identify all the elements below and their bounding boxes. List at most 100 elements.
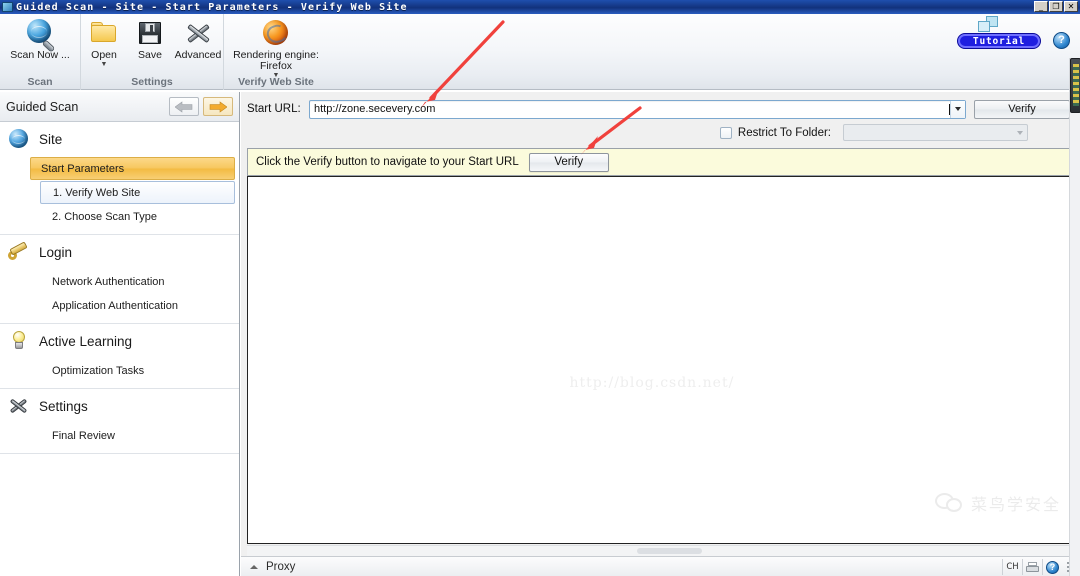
sidebar-item-choose-scan-type[interactable]: 2. Choose Scan Type — [40, 205, 235, 228]
sidebar-section-active-learning-label: Active Learning — [39, 333, 133, 349]
restrict-folder-chevron-down-icon[interactable] — [1012, 130, 1027, 135]
proxy-label[interactable]: Proxy — [266, 561, 295, 573]
sidebar-item-final-review[interactable]: Final Review — [40, 424, 235, 447]
ribbon-group-verify-web-site: Rendering engine: Firefox ▼ Verify Web S… — [223, 14, 328, 90]
watermark-text: http://blog.csdn.net/ — [569, 375, 735, 391]
horizontal-scrollbar[interactable] — [247, 545, 1070, 556]
ribbon-group-scan-items: Scan Now ... — [9, 14, 71, 70]
sidebar-item-login[interactable]: Login — [0, 235, 239, 269]
ribbon-group-scan-label: Scan — [27, 76, 53, 88]
close-button[interactable]: ✕ — [1064, 1, 1078, 12]
ribbon-toolbar: Scan Now ... Scan Open ▼ Save Advanced S… — [0, 14, 1080, 90]
main-panel: Start URL: http://zone.secevery.com Veri… — [241, 92, 1080, 576]
arrow-right-icon — [209, 100, 227, 113]
ribbon-group-verify-items: Rendering engine: Firefox ▼ — [225, 14, 328, 79]
help-icon[interactable]: ? — [1046, 560, 1059, 574]
minimize-button[interactable]: _ — [1034, 1, 1048, 12]
advanced-label: Advanced — [174, 49, 222, 61]
start-url-row: Start URL: http://zone.secevery.com Veri… — [247, 99, 1070, 119]
window-title: Guided Scan - Site - Start Parameters - … — [16, 1, 408, 13]
sidebar-section-settings-label: Settings — [39, 398, 88, 414]
help-status-button[interactable]: ? — [1042, 559, 1062, 575]
sidebar-item-optimization-tasks[interactable]: Optimization Tasks — [40, 359, 235, 382]
ribbon-group-settings-items: Open ▼ Save Advanced — [81, 14, 224, 70]
verify-top-button[interactable]: Verify — [974, 99, 1070, 119]
collapse-chevron-up-icon[interactable] — [250, 564, 258, 569]
scan-globe-icon — [25, 18, 55, 52]
instruction-banner: Click the Verify button to navigate to y… — [247, 148, 1070, 176]
tools-icon — [183, 18, 213, 48]
save-label: Save — [138, 49, 162, 61]
start-url-combobox[interactable]: http://zone.secevery.com — [309, 99, 966, 119]
restrict-folder-combobox[interactable] — [843, 124, 1028, 141]
sidebar-item-application-authentication[interactable]: Application Authentication — [40, 294, 235, 317]
rendering-engine-label: Rendering engine: Firefox — [233, 49, 319, 72]
start-url-input[interactable]: http://zone.secevery.com — [310, 103, 949, 115]
window-controls[interactable]: _ ❐ ✕ — [1034, 1, 1078, 12]
sidebar-section-active-learning: Active Learning Optimization Tasks — [0, 324, 239, 389]
app-icon — [2, 2, 13, 12]
right-edge-scrollbar-thumb[interactable] — [1070, 58, 1080, 113]
ribbon-group-settings-label: Settings — [131, 76, 173, 88]
verify-button[interactable]: Verify — [528, 152, 609, 172]
advanced-button[interactable]: Advanced — [173, 14, 224, 61]
restrict-to-folder-label: Restrict To Folder: — [737, 126, 831, 139]
ribbon-group-scan: Scan Now ... Scan — [0, 14, 80, 90]
sidebar-section-site: Site Start Parameters 1. Verify Web Site… — [0, 122, 239, 235]
status-icons: CH ? — [1002, 559, 1078, 575]
sidebar-sections: Site Start Parameters 1. Verify Web Site… — [0, 122, 239, 576]
sidebar-item-settings[interactable]: Settings — [0, 389, 239, 423]
key-icon — [8, 241, 30, 263]
sidebar-section-settings: Settings Final Review — [0, 389, 239, 454]
right-edge-scrollbar[interactable] — [1069, 58, 1080, 576]
application-window: Guided Scan - Site - Start Parameters - … — [0, 0, 1080, 576]
wechat-logo-watermark: 菜鸟学安全 — [934, 491, 1061, 515]
open-label: Open — [91, 49, 117, 61]
sidebar-item-site[interactable]: Site — [0, 122, 239, 156]
tutorial-button[interactable]: Tutorial — [958, 34, 1040, 48]
proxy-status-bar: Proxy CH ? — [241, 556, 1080, 576]
forward-button[interactable] — [203, 97, 233, 116]
scan-now-label: Scan Now ... — [10, 49, 70, 61]
browser-preview-canvas[interactable]: http://blog.csdn.net/ 菜鸟学安全 — [247, 176, 1070, 544]
restore-button[interactable]: ❐ — [1049, 1, 1063, 12]
scan-now-button[interactable]: Scan Now ... — [9, 14, 71, 61]
sidebar-item-start-parameters[interactable]: Start Parameters — [30, 157, 235, 180]
help-icon[interactable]: ? — [1053, 32, 1070, 49]
sidebar-section-login-label: Login — [39, 244, 73, 260]
start-url-label: Start URL: — [247, 103, 301, 115]
globe-icon — [8, 128, 30, 150]
input-method-label: CH — [1006, 562, 1019, 572]
open-button[interactable]: Open ▼ — [81, 14, 128, 68]
floppy-disk-icon — [135, 18, 165, 48]
sidebar-header: Guided Scan — [0, 92, 239, 122]
open-dropdown-chevron-down-icon[interactable]: ▼ — [101, 61, 108, 68]
wechat-icon — [934, 493, 965, 513]
sidebar-item-network-authentication[interactable]: Network Authentication — [40, 270, 235, 293]
save-button[interactable]: Save — [128, 14, 173, 61]
sidebar-title: Guided Scan — [6, 99, 79, 114]
title-bar: Guided Scan - Site - Start Parameters - … — [0, 0, 1080, 14]
guided-scan-sidebar: Guided Scan Site Start Parameters 1. Ver… — [0, 92, 240, 576]
sidebar-item-verify-web-site[interactable]: 1. Verify Web Site — [40, 181, 235, 204]
instruction-text: Click the Verify button to navigate to y… — [256, 156, 519, 168]
lightbulb-icon — [8, 330, 30, 352]
input-method-indicator[interactable]: CH — [1002, 559, 1022, 575]
sidebar-item-active-learning[interactable]: Active Learning — [0, 324, 239, 358]
ribbon-group-settings: Open ▼ Save Advanced Settings — [80, 14, 223, 90]
window-thumbnail-icon — [978, 16, 1000, 34]
sidebar-section-site-label: Site — [39, 131, 63, 147]
folder-icon — [89, 18, 119, 48]
ribbon-group-verify-label: Verify Web Site — [238, 76, 314, 88]
start-url-chevron-down-icon[interactable] — [950, 100, 965, 118]
fax-status-button[interactable] — [1022, 559, 1042, 575]
horizontal-scrollbar-thumb[interactable] — [637, 548, 702, 554]
firefox-icon — [261, 18, 291, 48]
restrict-to-folder-checkbox[interactable] — [719, 126, 732, 139]
back-button[interactable] — [169, 97, 199, 116]
fax-icon — [1026, 562, 1039, 572]
ribbon-groups: Scan Now ... Scan Open ▼ Save Advanced S… — [0, 14, 328, 90]
sidebar-section-login: Login Network Authentication Application… — [0, 235, 239, 324]
wechat-logo-text: 菜鸟学安全 — [970, 495, 1061, 514]
rendering-engine-button[interactable]: Rendering engine: Firefox ▼ — [225, 14, 328, 79]
